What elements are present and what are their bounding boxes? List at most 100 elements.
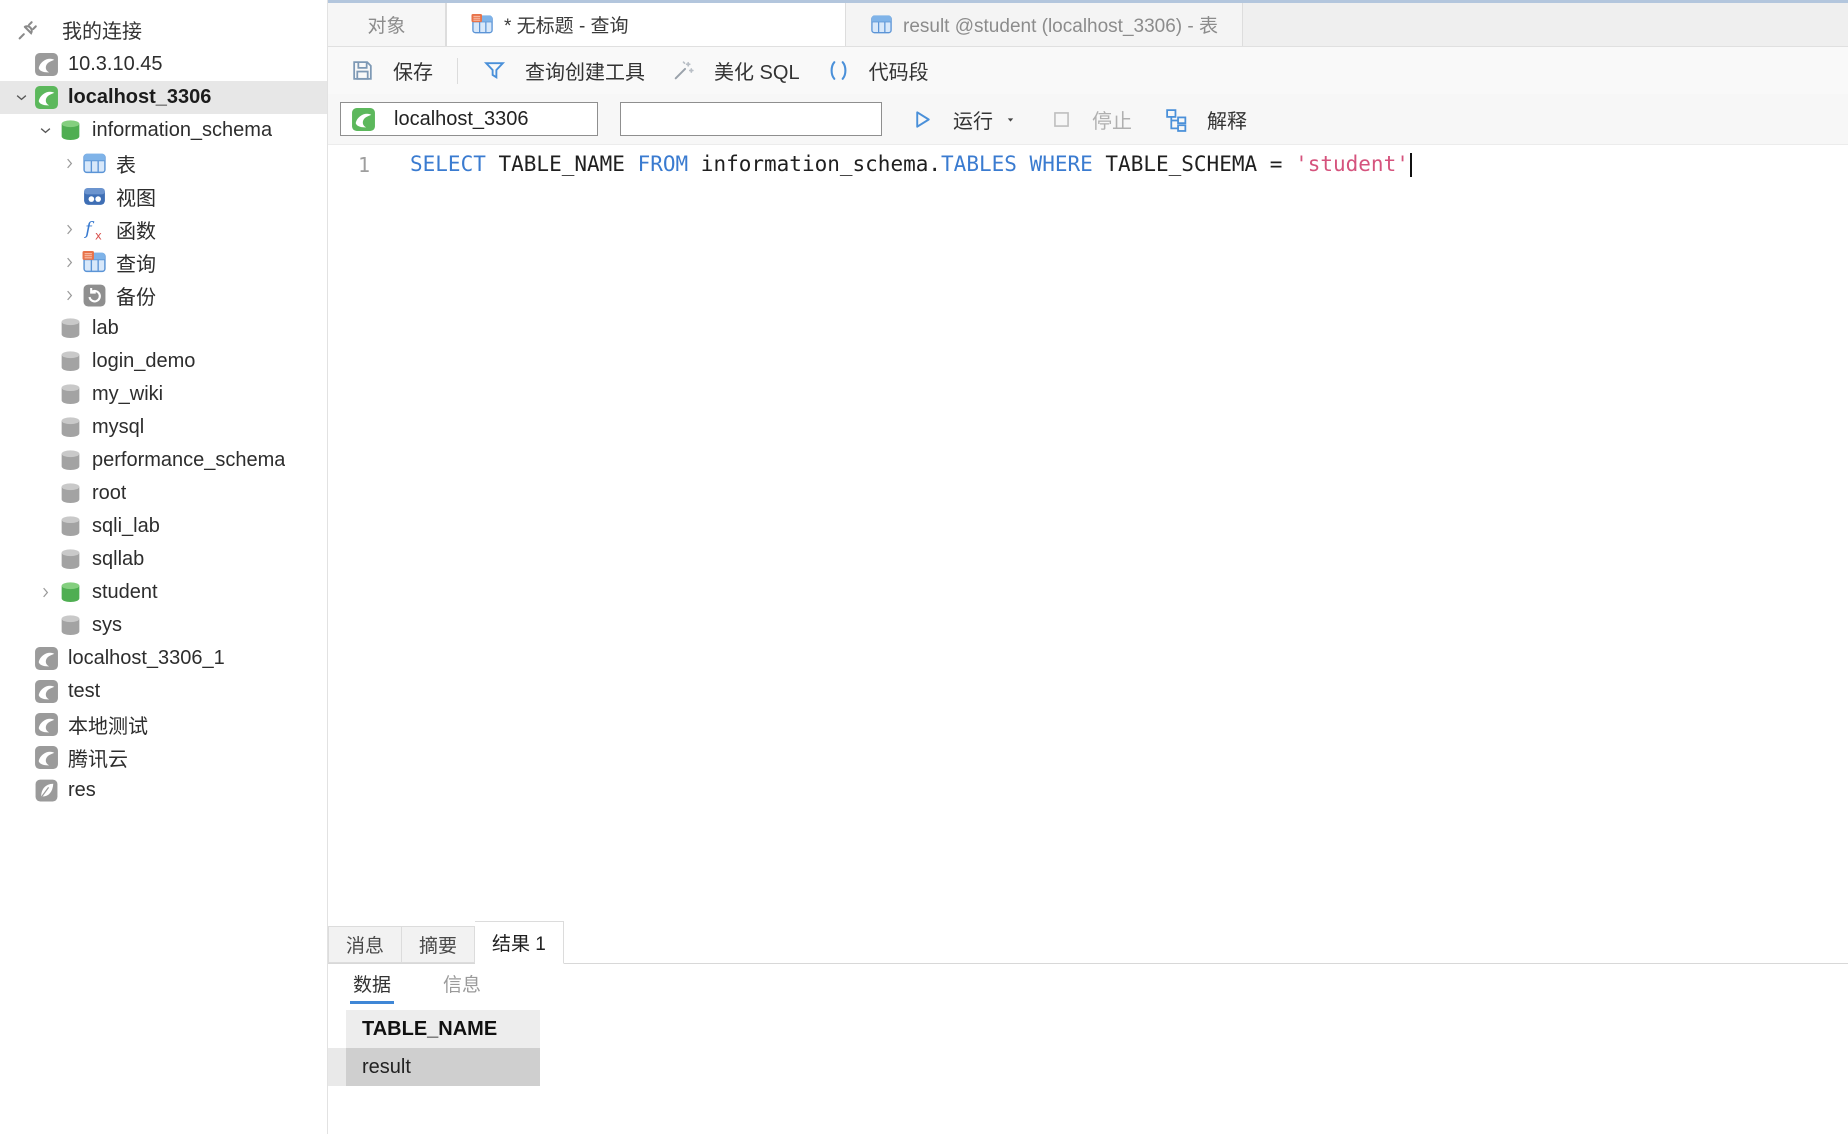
tree-item[interactable]: login_demo bbox=[0, 345, 327, 378]
tree-item-label: sys bbox=[92, 614, 122, 637]
tree-item-label: student bbox=[92, 581, 158, 604]
stop-label: 停止 bbox=[1092, 105, 1132, 134]
explain-button[interactable]: 解释 bbox=[1152, 94, 1259, 144]
tree-item[interactable]: root bbox=[0, 477, 327, 510]
results-tab[interactable]: 摘要 bbox=[402, 926, 475, 963]
sql-editor[interactable]: 1 SELECT TABLE_NAME FROM information_sch… bbox=[328, 145, 1848, 920]
tree-item[interactable]: 备份 bbox=[0, 279, 327, 312]
query-icon bbox=[471, 13, 494, 36]
connection-bar: localhost_3306 运行 停止 解释 bbox=[328, 94, 1848, 145]
backup-icon bbox=[82, 283, 107, 308]
tree-item[interactable]: lab bbox=[0, 312, 327, 345]
sql-token-keyword: FROM bbox=[638, 152, 689, 176]
chevron-right-icon[interactable] bbox=[56, 222, 82, 237]
tree-item[interactable]: 查询 bbox=[0, 246, 327, 279]
sql-token-plain bbox=[1017, 152, 1030, 176]
results-tab[interactable]: 消息 bbox=[328, 926, 402, 963]
run-icon bbox=[910, 107, 935, 132]
tree-item[interactable]: res bbox=[0, 774, 327, 807]
tree-item[interactable]: performance_schema bbox=[0, 444, 327, 477]
tree-item[interactable]: 视图 bbox=[0, 180, 327, 213]
grid-row[interactable]: result bbox=[328, 1048, 1848, 1086]
chevron-down-icon[interactable] bbox=[32, 123, 58, 138]
run-options-caret-icon[interactable] bbox=[1004, 113, 1017, 126]
svg-text:f: f bbox=[83, 220, 95, 240]
tree-item-label: res bbox=[68, 779, 96, 802]
tree-item[interactable]: sys bbox=[0, 609, 327, 642]
sql-token-string: 'student' bbox=[1295, 152, 1409, 176]
connection-tree: 10.3.10.45localhost_3306 information_sche… bbox=[0, 48, 327, 807]
mysql-green-icon bbox=[34, 85, 59, 110]
grid-body: result bbox=[328, 1048, 1848, 1086]
db-gray-icon bbox=[58, 415, 83, 440]
grid-header-row: TABLE_NAME bbox=[328, 1010, 1848, 1048]
tree-item[interactable]: 本地测试 bbox=[0, 708, 327, 741]
tab-result-table[interactable]: result @student (localhost_3306) - 表 bbox=[846, 3, 1243, 46]
save-button[interactable]: 保存 bbox=[338, 47, 445, 94]
result-subtab[interactable]: 数据 bbox=[350, 965, 394, 1004]
tree-item-label: 备份 bbox=[116, 281, 156, 310]
tree-item[interactable]: 腾讯云 bbox=[0, 741, 327, 774]
tab-label: result @student (localhost_3306) - 表 bbox=[903, 11, 1218, 38]
tree-item[interactable]: test bbox=[0, 675, 327, 708]
pg-icon bbox=[34, 778, 59, 803]
tree-item[interactable]: localhost_3306 bbox=[0, 81, 327, 114]
tab-query[interactable]: * 无标题 - 查询 bbox=[446, 3, 846, 46]
tree-item[interactable]: student bbox=[0, 576, 327, 609]
tree-item[interactable]: sqllab bbox=[0, 543, 327, 576]
mysql-gray-icon bbox=[34, 712, 59, 737]
db-gray-icon bbox=[58, 547, 83, 572]
code-snippet-button[interactable]: 代码段 bbox=[814, 47, 941, 94]
tree-item-label: lab bbox=[92, 317, 119, 340]
query-builder-icon bbox=[482, 58, 507, 83]
query-builder-button[interactable]: 查询创建工具 bbox=[470, 47, 657, 94]
sql-token-keyword: TABLES bbox=[941, 152, 1017, 176]
db-gray-icon bbox=[58, 316, 83, 341]
results-tab[interactable]: 结果 1 bbox=[475, 921, 564, 964]
tree-item[interactable]: information_schema bbox=[0, 114, 327, 147]
tree-item[interactable]: localhost_3306_1 bbox=[0, 642, 327, 675]
stop-button[interactable]: 停止 bbox=[1037, 94, 1144, 144]
chevron-right-icon[interactable] bbox=[56, 156, 82, 171]
fx-icon: fx bbox=[82, 217, 107, 242]
tree-item[interactable]: sqli_lab bbox=[0, 510, 327, 543]
grid-cell[interactable]: result bbox=[346, 1048, 540, 1086]
mysql-connection-icon bbox=[351, 107, 376, 132]
beautify-sql-button[interactable]: 美化 SQL bbox=[659, 47, 812, 94]
view-icon bbox=[82, 184, 107, 209]
run-button[interactable]: 运行 bbox=[898, 94, 1029, 144]
chevron-right-icon[interactable] bbox=[56, 255, 82, 270]
magic-wand-icon bbox=[671, 58, 696, 83]
connections-root[interactable]: 我的连接 bbox=[0, 10, 327, 48]
result-grid: TABLE_NAME result bbox=[328, 1010, 1848, 1086]
tab-objects[interactable]: 对象 bbox=[328, 3, 446, 46]
tree-item-label: information_schema bbox=[92, 119, 272, 142]
results-tabbar: 消息摘要结果 1 bbox=[328, 920, 1848, 964]
chevron-right-icon[interactable] bbox=[56, 288, 82, 303]
tree-item-label: login_demo bbox=[92, 350, 195, 373]
stop-icon bbox=[1049, 107, 1074, 132]
table-icon bbox=[82, 151, 107, 176]
tree-item-label: my_wiki bbox=[92, 383, 163, 406]
tree-item-label: mysql bbox=[92, 416, 144, 439]
tab-label: * 无标题 - 查询 bbox=[504, 11, 629, 38]
tabbar-empty-space bbox=[1243, 3, 1848, 46]
tree-item[interactable]: 表 bbox=[0, 147, 327, 180]
row-selector-gutter[interactable] bbox=[328, 1048, 346, 1086]
database-select[interactable] bbox=[620, 102, 882, 136]
sql-token-plain: TABLE_NAME bbox=[486, 152, 638, 176]
toolbar-separator bbox=[457, 58, 458, 84]
chevron-right-icon[interactable] bbox=[32, 585, 58, 600]
save-icon bbox=[350, 58, 375, 83]
tree-item[interactable]: my_wiki bbox=[0, 378, 327, 411]
column-header-table-name[interactable]: TABLE_NAME bbox=[346, 1010, 540, 1048]
db-green-icon bbox=[58, 118, 83, 143]
tree-item[interactable]: fx函数 bbox=[0, 213, 327, 246]
tree-item[interactable]: mysql bbox=[0, 411, 327, 444]
result-subtab[interactable]: 信息 bbox=[440, 965, 484, 1004]
tree-item-label: 表 bbox=[116, 149, 136, 178]
chevron-down-icon[interactable] bbox=[8, 90, 34, 105]
sql-code-line[interactable]: SELECT TABLE_NAME FROM information_schem… bbox=[382, 145, 1412, 920]
tree-item[interactable]: 10.3.10.45 bbox=[0, 48, 327, 81]
connection-select[interactable]: localhost_3306 bbox=[340, 102, 598, 136]
